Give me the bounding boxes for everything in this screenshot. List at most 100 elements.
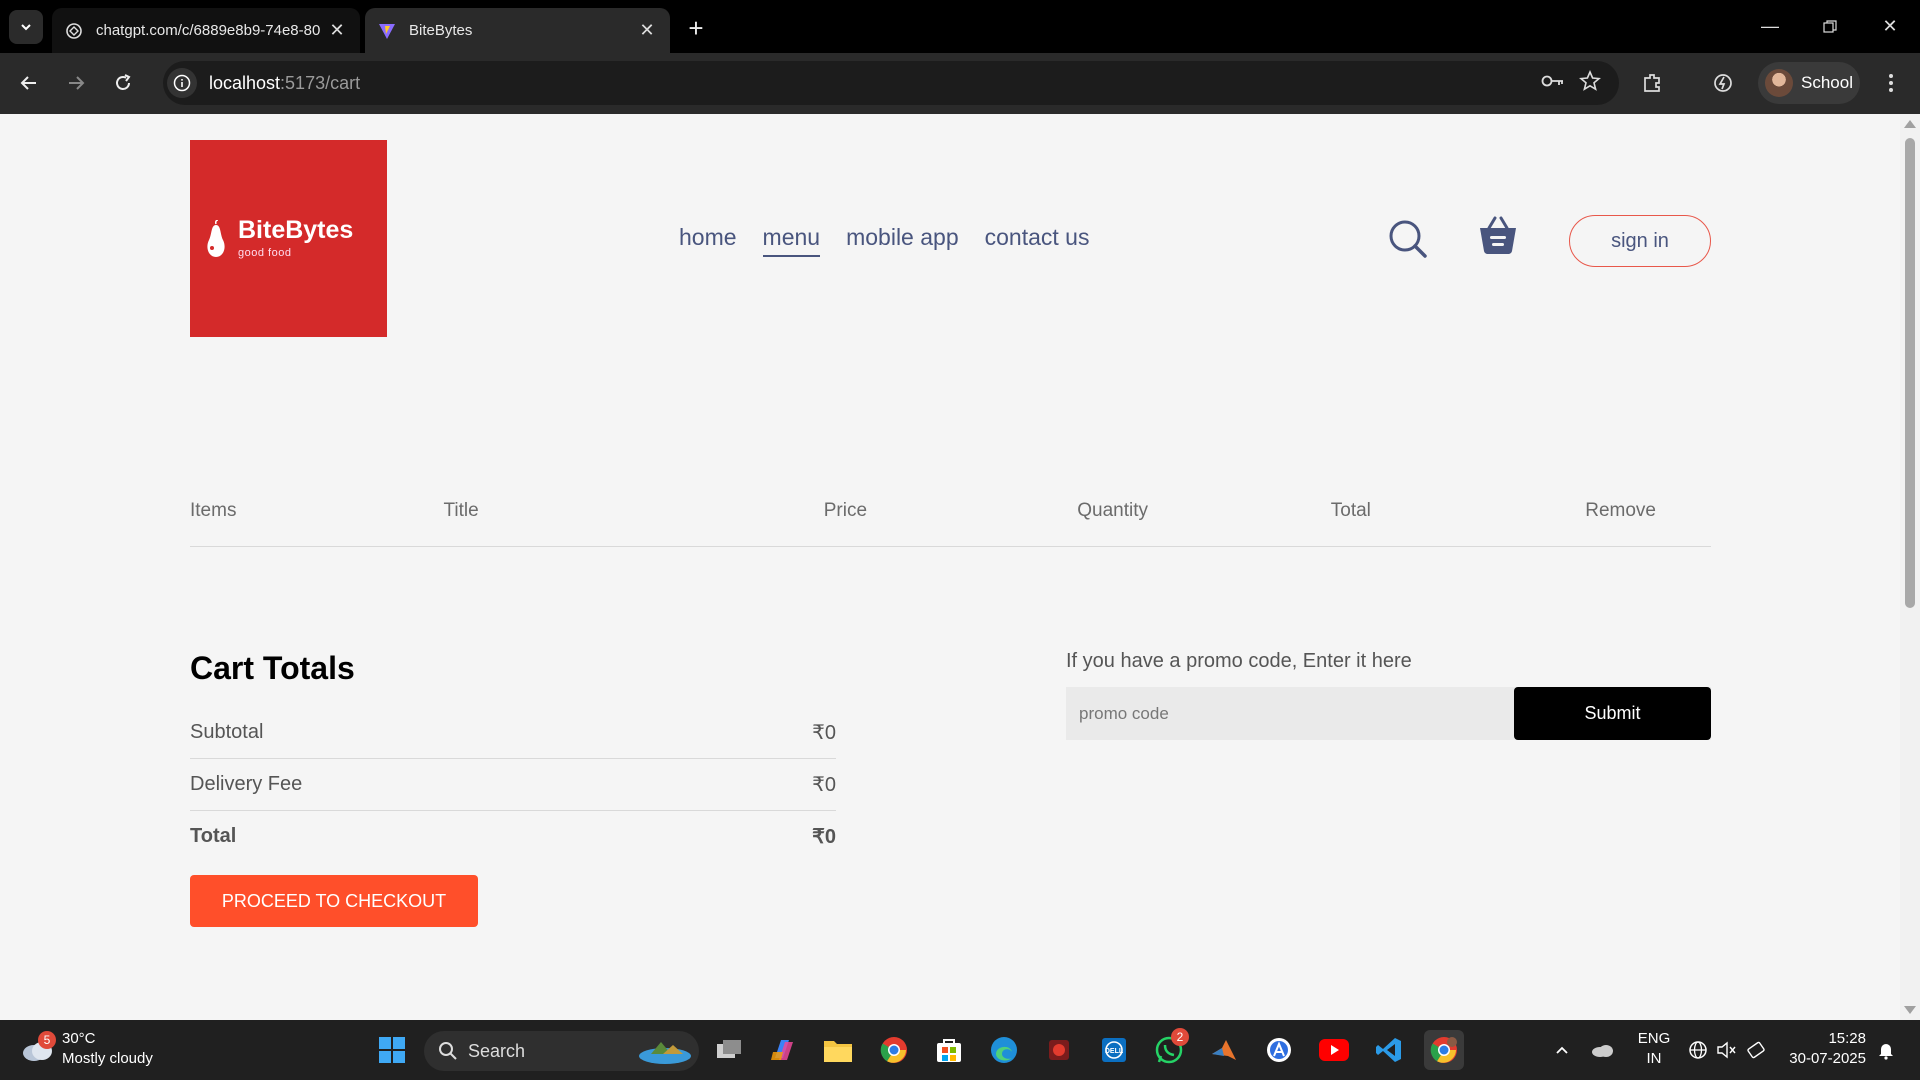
column-header: Items bbox=[190, 500, 237, 521]
chrome-profile-icon[interactable] bbox=[1424, 1030, 1464, 1070]
chrome-icon[interactable] bbox=[874, 1030, 914, 1070]
restore-icon[interactable] bbox=[1800, 0, 1860, 53]
weather-widget[interactable]: 5 30°C Mostly cloudy bbox=[20, 1029, 153, 1069]
performance-icon[interactable] bbox=[1707, 67, 1739, 99]
subtotal-label: Subtotal bbox=[190, 721, 264, 743]
nav-home[interactable]: home bbox=[679, 224, 737, 257]
main-nav: home menu mobile app contact us bbox=[679, 224, 1089, 257]
new-tab-button[interactable]: + bbox=[680, 12, 712, 44]
password-key-icon[interactable] bbox=[1541, 72, 1565, 95]
browser-tab-bar: chatgpt.com/c/6889e8b9-74e8-80 ✕ BiteByt… bbox=[0, 0, 1920, 53]
basket-icon[interactable] bbox=[1477, 214, 1519, 256]
nav-mobile-app[interactable]: mobile app bbox=[846, 224, 959, 257]
tab-search-button[interactable] bbox=[9, 10, 43, 44]
search-icon bbox=[439, 1042, 457, 1060]
more-menu-icon[interactable] bbox=[1875, 67, 1907, 99]
windows-start-icon[interactable] bbox=[372, 1030, 412, 1070]
search-icon[interactable] bbox=[1387, 218, 1429, 260]
tab-title: BiteBytes bbox=[409, 22, 473, 39]
column-header: Title bbox=[443, 500, 479, 521]
address-bar[interactable]: localhost:5173/cart bbox=[163, 61, 1619, 105]
close-icon[interactable]: ✕ bbox=[636, 20, 658, 42]
subtotal-value: ₹0 bbox=[812, 722, 836, 744]
sign-in-button[interactable]: sign in bbox=[1569, 215, 1711, 267]
back-icon[interactable] bbox=[11, 65, 47, 101]
battery-icon[interactable] bbox=[1744, 1030, 1768, 1070]
nav-contact-us[interactable]: contact us bbox=[985, 224, 1090, 257]
browser-toolbar: localhost:5173/cart School bbox=[0, 53, 1920, 114]
file-explorer-icon[interactable] bbox=[818, 1030, 858, 1070]
taskbar-search-label: Search bbox=[468, 1040, 526, 1061]
logo-brand: BiteBytes bbox=[238, 216, 354, 244]
logo-tagline: good food bbox=[238, 247, 292, 259]
recorder-app-icon[interactable] bbox=[1039, 1030, 1079, 1070]
pear-logo-icon bbox=[207, 219, 225, 257]
page-scrollbar[interactable] bbox=[1900, 114, 1920, 1020]
minimize-icon[interactable]: — bbox=[1740, 0, 1800, 53]
whatsapp-badge: 2 bbox=[1171, 1028, 1189, 1046]
tab-chatgpt[interactable]: chatgpt.com/c/6889e8b9-74e8-80 ✕ bbox=[52, 8, 360, 53]
dell-icon[interactable]: DELL bbox=[1094, 1030, 1134, 1070]
notifications-icon[interactable] bbox=[1874, 1030, 1898, 1070]
promo-code-box: Submit bbox=[1066, 687, 1711, 740]
system-clock[interactable]: 15:28 30-07-2025 bbox=[1782, 1029, 1866, 1069]
cart-totals: Cart Totals Subtotal ₹0 Delivery Fee ₹0 … bbox=[190, 650, 836, 927]
bookmark-star-icon[interactable] bbox=[1579, 69, 1601, 97]
total-value: ₹0 bbox=[812, 825, 836, 848]
column-header: Price bbox=[823, 500, 868, 521]
youtube-icon[interactable] bbox=[1314, 1030, 1354, 1070]
column-header: Remove bbox=[1585, 500, 1656, 521]
copilot-icon[interactable] bbox=[763, 1030, 803, 1070]
total-label: Total bbox=[190, 824, 237, 847]
chatgpt-icon bbox=[64, 21, 84, 41]
reload-icon[interactable] bbox=[105, 65, 141, 101]
scroll-down-icon[interactable] bbox=[1904, 1006, 1916, 1014]
profile-name: School bbox=[1801, 73, 1853, 92]
promo-code-input[interactable] bbox=[1066, 687, 1514, 740]
promo-prompt: If you have a promo code, Enter it here bbox=[1066, 650, 1412, 672]
onedrive-icon[interactable] bbox=[1588, 1030, 1616, 1070]
column-header: Quantity bbox=[1077, 500, 1149, 521]
logo[interactable]: BiteBytes good food bbox=[190, 140, 387, 337]
tab-title: chatgpt.com/c/6889e8b9-74e8-80 bbox=[96, 22, 321, 39]
promo-code-section: If you have a promo code, Enter it here … bbox=[1066, 650, 1711, 740]
edge-icon[interactable] bbox=[984, 1030, 1024, 1070]
close-window-icon[interactable]: ✕ bbox=[1860, 0, 1920, 53]
svg-text:DELL: DELL bbox=[1105, 1048, 1124, 1055]
taskbar-search[interactable]: Search bbox=[424, 1031, 699, 1071]
cart-totals-title: Cart Totals bbox=[190, 650, 355, 686]
proceed-to-checkout-button[interactable]: PROCEED TO CHECKOUT bbox=[190, 875, 478, 927]
extensions-icon[interactable] bbox=[1636, 67, 1668, 99]
volume-muted-icon[interactable] bbox=[1714, 1030, 1738, 1070]
close-icon[interactable]: ✕ bbox=[326, 20, 348, 42]
column-header: Total bbox=[1330, 500, 1371, 521]
profile-button[interactable]: School bbox=[1758, 62, 1860, 104]
cloud-icon: 5 bbox=[20, 1031, 56, 1063]
vite-icon bbox=[377, 21, 397, 41]
promo-submit-button[interactable]: Submit bbox=[1514, 687, 1711, 740]
matlab-icon[interactable] bbox=[1204, 1030, 1244, 1070]
delivery-fee-label: Delivery Fee bbox=[190, 773, 303, 795]
whatsapp-icon[interactable]: 2 bbox=[1149, 1028, 1189, 1070]
input-language[interactable]: ENG IN bbox=[1634, 1029, 1674, 1069]
url-text: localhost:5173/cart bbox=[209, 72, 361, 93]
nav-menu[interactable]: menu bbox=[762, 224, 821, 257]
cart-table-header: Items Title Price Quantity Total Remove bbox=[190, 500, 1711, 547]
show-hidden-icons[interactable] bbox=[1552, 1030, 1572, 1070]
scroll-up-icon[interactable] bbox=[1904, 120, 1916, 128]
weather-badge: 5 bbox=[38, 1031, 56, 1049]
site-info-icon[interactable] bbox=[167, 68, 197, 98]
chevron-down-icon bbox=[21, 24, 31, 31]
avatar bbox=[1765, 69, 1793, 97]
task-view-icon[interactable] bbox=[709, 1030, 749, 1070]
vscode-icon[interactable] bbox=[1369, 1030, 1409, 1070]
total-row: Total ₹0 bbox=[190, 811, 836, 861]
network-globe-icon[interactable] bbox=[1686, 1030, 1710, 1070]
weather-temp: 30°C bbox=[62, 1030, 96, 1047]
microsoft-store-icon[interactable] bbox=[929, 1030, 969, 1070]
app-a-icon[interactable] bbox=[1259, 1030, 1299, 1070]
forward-icon[interactable] bbox=[58, 65, 94, 101]
scrollbar-thumb[interactable] bbox=[1905, 138, 1915, 608]
page-viewport: BiteBytes good food home menu mobile app… bbox=[0, 114, 1900, 1020]
tab-bitebytes[interactable]: BiteBytes ✕ bbox=[365, 8, 670, 53]
